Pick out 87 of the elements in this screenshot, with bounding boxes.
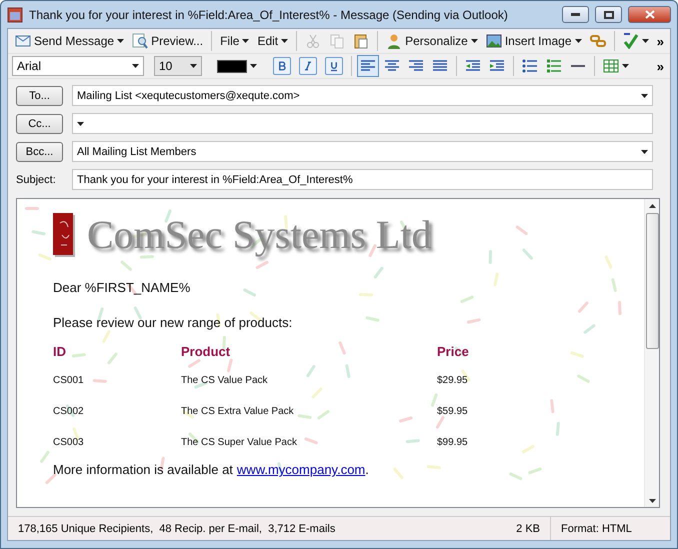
italic-button[interactable] [299,57,317,75]
minimize-icon [571,13,580,16]
table-icon [603,59,619,73]
period-text: . [365,462,369,477]
toolbar-button[interactable]: File [217,30,252,52]
underline-button[interactable] [325,57,343,75]
table-cell-text: The CS Extra Value Pack [181,406,295,419]
caret-icon [622,64,629,68]
toolbar-button[interactable]: Preview... [129,30,206,52]
toolbar-button[interactable]: Personalize [383,30,481,52]
caret-icon [641,94,648,98]
message-format: Format: HTML [550,517,670,540]
italic-icon [302,60,314,72]
subject-label: Subject: [16,174,57,186]
underline-icon [328,60,340,72]
table-cell-text: CS003 [53,437,85,450]
toolbar-button[interactable]: Insert Image [482,30,585,52]
recipient-button[interactable]: Bcc... [16,142,63,162]
align-left-icon [360,59,376,73]
maximize-button[interactable] [595,6,622,23]
table-cell-text: CS002 [53,406,85,419]
message-body[interactable] [16,198,660,508]
column-header: ID [53,344,67,361]
greeting: Dear %FIRST_NAME% [53,280,192,295]
caret-icon [642,39,649,43]
intro-text: Please review our new range of products: [53,315,294,330]
recipient-field[interactable]: All Mailing List Members [72,141,653,162]
image-icon [486,33,502,49]
table-cell-text: $29.95 [437,375,469,388]
caret-icon [242,39,250,43]
align-right-icon [408,59,424,73]
bold-icon [276,60,288,72]
app-icon [7,6,23,22]
subject-field[interactable]: Thank you for your interest in %Field:Area_Of_Interest% [72,169,653,190]
caret-icon [281,39,288,43]
color-swatch [217,60,247,72]
message-size: 2 KB [515,522,541,536]
window-title: Thank you for your interest in %Field:Area_Of_Interest% - Message (Sending via Outlook) [29,8,509,22]
caret-icon [77,122,84,126]
table-cell-text: $59.95 [437,406,469,419]
caret-icon [470,39,478,43]
outdent-icon [465,59,481,73]
recipient-button[interactable]: To... [16,86,63,106]
scissors-icon [305,33,322,49]
recipient-button[interactable]: Cc... [16,114,63,134]
caret-icon [574,39,582,43]
spellcheck-icon [622,33,639,49]
website-link[interactable]: www.mycompany.com [236,462,366,477]
copy-icon [329,33,346,49]
logo-icon [53,212,75,256]
table-cell-text: The CS Value Pack [181,375,269,388]
toolbar-button[interactable]: Edit [254,30,292,52]
table-cell-text: CS001 [53,375,85,388]
font-select[interactable]: Arial [12,56,144,76]
size-select[interactable]: 10 [154,56,202,76]
maximize-icon [604,10,614,18]
caret-icon [117,39,124,43]
bullet-list-icon [522,59,538,73]
person-icon [386,33,402,49]
bold-button[interactable] [273,57,291,75]
toolbar-button[interactable]: Send Message [12,30,128,52]
company-name: ComSec Systems Ltd [87,211,432,258]
column-header: Product [181,344,232,361]
chain-link-icon [590,33,606,49]
recipient-summary: 178,165 Unique Recipients, 48 Recip. per E-mail, 3,712 E-mails [17,522,336,536]
close-button[interactable] [628,6,671,23]
column-header: Price [437,344,470,361]
table-cell-text: $99.95 [437,437,469,450]
close-icon [644,10,654,19]
caret-icon [190,64,197,68]
align-button[interactable] [357,55,379,77]
indent-icon [489,59,505,73]
recipient-field[interactable]: Mailing List <xequtecustomers@xequte.com> [72,85,653,106]
caret-icon [641,150,648,154]
magnifier-icon [132,33,148,49]
table-cell-text: The CS Super Value Pack [181,437,298,450]
align-center-icon [384,59,400,73]
caret-icon [132,64,139,68]
caret-icon [250,64,257,68]
numbered-list-icon [546,59,562,73]
footer-text: More information is available at [53,462,233,477]
minimize-button[interactable] [562,6,589,23]
justify-icon [432,59,448,73]
scrollbar[interactable] [644,199,659,507]
envelope-icon [15,33,31,49]
recipient-field[interactable] [72,113,653,134]
clipboard-icon [353,33,370,49]
